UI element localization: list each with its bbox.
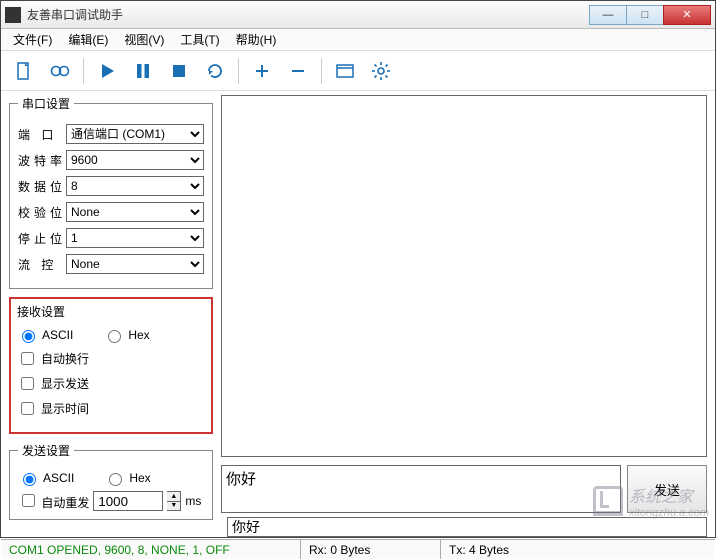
- databits-label: 数据位: [18, 178, 66, 195]
- send-settings-legend: 发送设置: [18, 442, 74, 459]
- serial-settings-group: 串口设置 端 口 通信端口 (COM1) 波特率 9600 数据位 8 校验位 …: [9, 95, 213, 289]
- toolbar-separator: [83, 58, 84, 84]
- recv-showsend-check[interactable]: 显示发送: [17, 374, 205, 393]
- pause-icon[interactable]: [128, 56, 158, 86]
- port-select[interactable]: 通信端口 (COM1): [66, 124, 204, 144]
- parity-label: 校验位: [18, 204, 66, 221]
- plus-icon[interactable]: [247, 56, 277, 86]
- reload-icon[interactable]: [200, 56, 230, 86]
- interval-spinner[interactable]: ▲▼: [167, 491, 181, 511]
- receive-settings-legend: 接收设置: [17, 303, 205, 322]
- command-line-row: [1, 517, 715, 539]
- spinner-up-icon[interactable]: ▲: [167, 492, 180, 502]
- baud-label: 波特率: [18, 152, 66, 169]
- right-panel: 你好 发送: [219, 91, 715, 517]
- titlebar: 友善串口调试助手 — □ ✕: [1, 1, 715, 29]
- parity-select[interactable]: None: [66, 202, 204, 222]
- menu-view[interactable]: 视图(V): [118, 29, 170, 50]
- menubar: 文件(F) 编辑(E) 视图(V) 工具(T) 帮助(H): [1, 29, 715, 51]
- minimize-button[interactable]: —: [589, 5, 627, 25]
- recv-hex-radio[interactable]: Hex: [103, 327, 149, 343]
- menu-edit[interactable]: 编辑(E): [62, 29, 114, 50]
- send-settings-group: 发送设置 ASCII Hex 自动重发 ▲▼ ms: [9, 442, 213, 520]
- new-file-icon[interactable]: [9, 56, 39, 86]
- stop-icon[interactable]: [164, 56, 194, 86]
- send-button[interactable]: 发送: [627, 465, 707, 513]
- app-icon: [5, 7, 21, 23]
- interval-unit: ms: [185, 494, 201, 508]
- command-line-input[interactable]: [227, 517, 707, 537]
- status-tx: Tx: 4 Bytes: [441, 540, 715, 559]
- baud-select[interactable]: 9600: [66, 150, 204, 170]
- close-button[interactable]: ✕: [663, 5, 711, 25]
- status-rx: Rx: 0 Bytes: [301, 540, 441, 559]
- port-label: 端 口: [18, 126, 66, 143]
- flow-select[interactable]: None: [66, 254, 204, 274]
- left-panel: 串口设置 端 口 通信端口 (COM1) 波特率 9600 数据位 8 校验位 …: [1, 91, 219, 517]
- stopbits-label: 停止位: [18, 230, 66, 247]
- status-connection: COM1 OPENED, 9600, 8, NONE, 1, OFF: [1, 540, 301, 559]
- maximize-button[interactable]: □: [626, 5, 664, 25]
- toolbar-separator: [321, 58, 322, 84]
- recv-ascii-radio[interactable]: ASCII: [17, 327, 73, 343]
- send-ascii-radio[interactable]: ASCII: [18, 470, 74, 486]
- toolbar-separator: [238, 58, 239, 84]
- flow-label: 流 控: [18, 256, 66, 273]
- main-area: 串口设置 端 口 通信端口 (COM1) 波特率 9600 数据位 8 校验位 …: [1, 91, 715, 517]
- databits-select[interactable]: 8: [66, 176, 204, 196]
- menu-tools[interactable]: 工具(T): [174, 29, 225, 50]
- serial-settings-legend: 串口设置: [18, 95, 74, 112]
- record-icon[interactable]: [45, 56, 75, 86]
- recv-showtime-check[interactable]: 显示时间: [17, 399, 205, 418]
- gear-icon[interactable]: [366, 56, 396, 86]
- resend-interval-input[interactable]: [93, 491, 163, 511]
- send-textarea[interactable]: 你好: [221, 465, 621, 513]
- toolbar: [1, 51, 715, 91]
- recv-autowrap-check[interactable]: 自动换行: [17, 349, 205, 368]
- play-icon[interactable]: [92, 56, 122, 86]
- window-title: 友善串口调试助手: [27, 6, 590, 23]
- window-buttons: — □ ✕: [590, 5, 711, 25]
- minus-icon[interactable]: [283, 56, 313, 86]
- stopbits-select[interactable]: 1: [66, 228, 204, 248]
- send-hex-radio[interactable]: Hex: [104, 470, 150, 486]
- receive-settings-group: 接收设置 ASCII Hex 自动换行 显示发送 显示时间: [9, 297, 213, 434]
- menu-help[interactable]: 帮助(H): [230, 29, 283, 50]
- window-icon[interactable]: [330, 56, 360, 86]
- statusbar: COM1 OPENED, 9600, 8, NONE, 1, OFF Rx: 0…: [1, 539, 715, 559]
- receive-textarea[interactable]: [221, 95, 707, 457]
- spinner-down-icon[interactable]: ▼: [167, 502, 180, 511]
- menu-file[interactable]: 文件(F): [7, 29, 58, 50]
- auto-resend-check[interactable]: 自动重发: [18, 491, 89, 511]
